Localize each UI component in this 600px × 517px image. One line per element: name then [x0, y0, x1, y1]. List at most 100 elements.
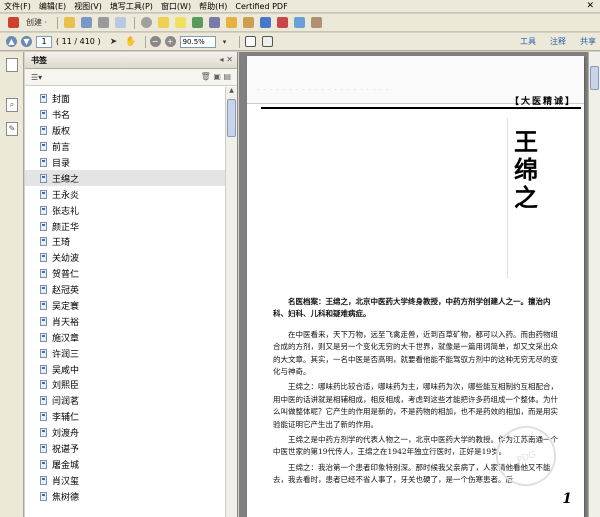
menu-window[interactable]: 窗口(W)	[161, 1, 191, 12]
bookmark-item[interactable]: 赵冠英	[25, 282, 225, 298]
document-scrollbar[interactable]	[588, 52, 600, 517]
tools-link[interactable]: 工具	[520, 36, 536, 47]
bookmark-item[interactable]: 刘熙臣	[25, 377, 225, 393]
menu-edit[interactable]: 编辑(E)	[39, 1, 66, 12]
bookmark-item-selected[interactable]: 王绵之	[25, 170, 225, 187]
collapse-panel-icon[interactable]: ◂ ✕	[219, 55, 233, 64]
bookmark-actions-icon[interactable]: 🗑 ▣ ▤	[201, 72, 231, 81]
bookmark-item[interactable]: 焦树德	[25, 488, 225, 504]
bookmark-item[interactable]: 王琦	[25, 234, 225, 250]
bookmark-icon	[40, 269, 47, 279]
scrollbar-thumb[interactable]	[590, 66, 599, 90]
bookmark-item[interactable]: 吴定寰	[25, 298, 225, 314]
bookmark-item[interactable]: 书名	[25, 107, 225, 123]
email-icon[interactable]	[113, 16, 127, 30]
fit-width-icon[interactable]	[261, 35, 275, 49]
zoom-input[interactable]: 90.5%	[179, 35, 216, 48]
bookmark-label: 屠金城	[52, 460, 80, 471]
next-page-icon[interactable]: ▼	[21, 36, 32, 47]
bookmark-icon	[40, 332, 47, 342]
signature-icon[interactable]	[224, 16, 238, 30]
bookmark-icon	[40, 491, 47, 501]
bookmark-label: 关幼波	[52, 254, 80, 265]
bookmark-item[interactable]: 许润三	[25, 345, 225, 361]
bookmark-label: 肖天裕	[52, 317, 80, 328]
fit-page-icon[interactable]	[244, 35, 258, 49]
close-document-icon[interactable]: ✕	[586, 1, 594, 11]
create-button[interactable]: 创建 ·	[23, 16, 50, 30]
bookmark-label: 刘渡舟	[52, 429, 80, 440]
bookmark-label: 前言	[52, 143, 71, 154]
zoom-out-icon[interactable]: −	[149, 36, 161, 47]
review-icon[interactable]	[275, 16, 289, 30]
bookmark-item[interactable]: 关幼波	[25, 250, 225, 266]
side-rule	[507, 118, 508, 278]
bookmark-item[interactable]: 王永炎	[25, 186, 225, 202]
comment-link[interactable]: 注释	[550, 36, 566, 47]
bookmarks-header: 书签 ◂ ✕	[25, 52, 237, 69]
bookmark-icon	[40, 428, 47, 438]
menu-certified-pdf[interactable]: Certified PDF	[235, 2, 287, 11]
menu-file[interactable]: 文件(F)	[4, 1, 31, 12]
create-pdf-icon[interactable]	[6, 16, 20, 30]
bookmark-item[interactable]: 李辅仁	[25, 409, 225, 425]
paragraph: 王绵之：哪味药比较合适，哪味药为主，哪味药为次，哪些能互相制约互相配合，用中医的…	[273, 382, 558, 429]
lock-icon[interactable]	[241, 16, 255, 30]
stamp-icon[interactable]	[190, 16, 204, 30]
section-tag: 【大医精诚】	[509, 97, 576, 107]
intro-paragraph: 名医档案：王绵之，北京中医药大学终身教授，中药方剂学创建人之一。擅治内科、妇科、…	[273, 297, 551, 319]
menu-fill-tools[interactable]: 填写工具(P)	[110, 1, 153, 12]
bookmark-icon	[40, 142, 47, 152]
clipboard-icon[interactable]	[309, 16, 323, 30]
toolbar-divider	[238, 35, 240, 48]
bookmark-icon	[40, 285, 47, 295]
bookmark-item[interactable]: 贺普仁	[25, 266, 225, 282]
form-icon[interactable]	[258, 16, 272, 30]
bookmark-icon	[40, 110, 47, 120]
bookmark-item[interactable]: 前言	[25, 139, 225, 155]
attach-icon[interactable]	[207, 16, 221, 30]
menu-view[interactable]: 视图(V)	[74, 1, 102, 12]
options-menu-icon[interactable]: ☰▾	[31, 73, 42, 82]
bookmark-item[interactable]: 吴咸中	[25, 361, 225, 377]
bookmark-icon	[40, 253, 47, 263]
previous-page-icon[interactable]: ▲	[6, 36, 17, 47]
signatures-icon[interactable]: ✎	[6, 122, 18, 136]
bookmark-item[interactable]: 施汉章	[25, 329, 225, 345]
share-link[interactable]: 共享	[580, 36, 596, 47]
select-cursor-icon[interactable]: ➤	[107, 35, 121, 49]
save-icon[interactable]	[79, 16, 93, 30]
layers-icon[interactable]	[292, 16, 306, 30]
bookmark-item[interactable]: 肖汉玺	[25, 472, 225, 488]
bookmarks-scrollbar[interactable]: ▲	[225, 87, 237, 517]
bookmark-label: 许润三	[52, 349, 80, 360]
bookmark-item[interactable]: 闫润茗	[25, 393, 225, 409]
comment-icon[interactable]	[156, 16, 170, 30]
bookmark-item[interactable]: 颜正华	[25, 218, 225, 234]
task-links: 工具 注释 共享	[506, 36, 596, 47]
attachments-icon[interactable]: ⌕	[6, 98, 18, 112]
scroll-up-icon[interactable]: ▲	[226, 87, 237, 97]
highlight-icon[interactable]	[173, 16, 187, 30]
bookmark-item[interactable]: 刘渡舟	[25, 425, 225, 441]
bookmark-label: 闫润茗	[52, 397, 80, 408]
page-thumbnails-icon[interactable]	[6, 58, 18, 72]
page-number-input[interactable]	[36, 35, 52, 48]
chapter-title: 王绵之	[514, 127, 538, 212]
bookmark-item[interactable]: 版权	[25, 123, 225, 139]
page-count: ( 11 / 410 )	[56, 37, 101, 46]
print-icon[interactable]	[96, 16, 110, 30]
open-folder-icon[interactable]	[62, 16, 76, 30]
bookmark-item[interactable]: 封面	[25, 91, 225, 107]
zoom-in-icon[interactable]: +	[164, 36, 176, 47]
zoom-dropdown-icon[interactable]: ▾	[218, 35, 232, 49]
settings-icon[interactable]	[139, 16, 153, 30]
scrollbar-thumb[interactable]	[227, 99, 236, 137]
bookmark-item[interactable]: 肖天裕	[25, 313, 225, 329]
hand-tool-icon[interactable]: ✋	[124, 35, 138, 49]
bookmark-item[interactable]: 屠金城	[25, 456, 225, 472]
bookmark-item[interactable]: 张志礼	[25, 202, 225, 218]
bookmark-item[interactable]: 目录	[25, 155, 225, 171]
menu-help[interactable]: 帮助(H)	[199, 1, 227, 12]
bookmark-item[interactable]: 祝谌予	[25, 441, 225, 457]
